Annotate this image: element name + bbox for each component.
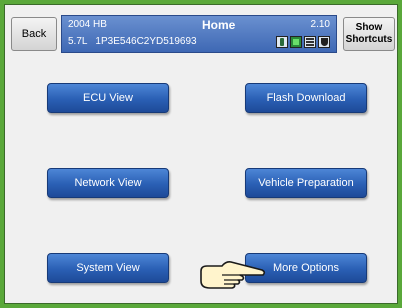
- flash-download-button[interactable]: Flash Download: [245, 83, 367, 113]
- module-icon: [290, 36, 302, 48]
- pointing-hand-cursor-icon: [200, 261, 266, 289]
- back-button[interactable]: Back: [11, 17, 57, 51]
- status-icons: [276, 36, 330, 48]
- vehicle-preparation-button[interactable]: Vehicle Preparation: [245, 168, 367, 198]
- vehicle-year-model: 2004 HB: [68, 19, 107, 30]
- top-bar: Back 2004 HB 5.7L 1P3E546C2YD519693 Home…: [5, 15, 399, 53]
- network-view-button[interactable]: Network View: [47, 168, 169, 198]
- shortcuts-label-line1: Show: [355, 22, 383, 33]
- ecu-view-button[interactable]: ECU View: [47, 83, 169, 113]
- vehicle-engine-vin: 5.7L 1P3E546C2YD519693: [68, 36, 197, 47]
- page-title: Home: [202, 18, 236, 32]
- vehicle-info-header: 2004 HB 5.7L 1P3E546C2YD519693 Home 2.10: [61, 15, 337, 53]
- show-shortcuts-button[interactable]: Show Shortcuts: [343, 17, 395, 51]
- shortcuts-label-line2: Shortcuts: [345, 34, 393, 45]
- software-version: 2.10: [310, 19, 330, 30]
- network-icon: [304, 36, 316, 48]
- phone-icon: [276, 36, 288, 48]
- shield-icon: [318, 36, 330, 48]
- system-view-button[interactable]: System View: [47, 253, 169, 283]
